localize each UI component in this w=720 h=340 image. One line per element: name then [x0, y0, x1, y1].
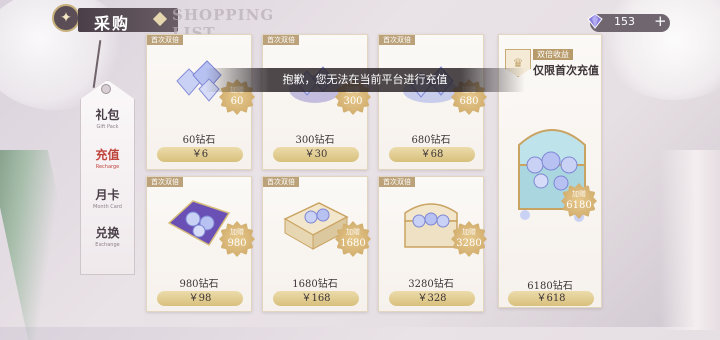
buy-button[interactable]: ￥168 [273, 291, 359, 306]
diamond-amount: 980钻石 [179, 279, 219, 290]
diamond-amount: 1680钻石 [292, 279, 338, 290]
product-card[interactable]: 首次双倍 加赠60 60钻石 ￥6 [146, 34, 255, 170]
sidebar-item-label: 礼包 [95, 108, 120, 122]
double-first-badge: 首次双倍 [263, 177, 299, 187]
double-first-badge: 首次双倍 [147, 177, 183, 187]
buy-button[interactable]: ￥6 [157, 147, 243, 162]
scroll-decoration [660, 150, 720, 330]
add-currency-button[interactable]: + [654, 12, 667, 30]
diamond-currency-icon [587, 13, 603, 29]
double-income-tag: 双倍收益 [533, 49, 573, 60]
diamond-amount: 60钻石 [182, 135, 216, 146]
product-card[interactable]: 首次双倍 加赠300 300钻石 ￥30 [262, 34, 371, 170]
diamond-amount: 300钻石 [295, 135, 335, 146]
buy-button[interactable]: ￥618 [508, 291, 594, 306]
product-card[interactable]: 首次双倍 加赠680 680钻石 ￥68 [378, 34, 487, 170]
currency-value: 153 [614, 15, 635, 28]
double-first-badge: 首次双倍 [379, 177, 415, 187]
product-card[interactable]: 首次双倍 加赠 3280 3280钻石 ￥328 [378, 176, 487, 312]
error-toast: 抱歉，您无法在当前平台进行充值 [205, 68, 525, 92]
diamond-amount: 680钻石 [411, 135, 451, 146]
sidebar-item-sublabel: Month Card [93, 204, 122, 210]
sidebar-item-recharge[interactable]: 充值 Recharge [80, 146, 135, 170]
back-emblem-icon[interactable]: ✦ [52, 4, 80, 32]
sidebar-item-sublabel: Gift Pack [96, 124, 119, 130]
sidebar-item-gift-pack[interactable]: 礼包 Gift Pack [80, 106, 135, 130]
buy-button[interactable]: ￥30 [273, 147, 359, 162]
diamond-amount: 6180钻石 [527, 281, 573, 292]
buy-button[interactable]: ￥98 [157, 291, 243, 306]
double-first-badge: 首次双倍 [379, 35, 415, 45]
double-first-badge: 首次双倍 [147, 35, 183, 45]
buy-button[interactable]: ￥328 [389, 291, 475, 306]
first-charge-headline: 仅限首次充值 [533, 64, 599, 77]
sidebar-item-sublabel: Exchange [95, 242, 120, 248]
sidebar-item-label: 月卡 [95, 188, 120, 202]
tag-hole [101, 84, 111, 94]
sidebar-item-exchange[interactable]: 兑换 Exchange [80, 224, 135, 248]
buy-button[interactable]: ￥68 [389, 147, 475, 162]
diamond-amount: 3280钻石 [408, 279, 454, 290]
page-title: 采购 [94, 14, 131, 33]
sidebar-item-sublabel: Recharge [95, 164, 120, 170]
ribbon-decoration [0, 150, 89, 340]
product-card[interactable]: 首次双倍 加赠 1680 1680钻石 ￥168 [262, 176, 371, 312]
sidebar-item-label: 兑换 [95, 226, 120, 240]
double-first-badge: 首次双倍 [263, 35, 299, 45]
sidebar-item-month-card[interactable]: 月卡 Month Card [80, 186, 135, 210]
product-card[interactable]: 首次双倍 加赠 980 980钻石 ￥98 [146, 176, 255, 312]
sidebar-item-label: 充值 [95, 148, 120, 162]
